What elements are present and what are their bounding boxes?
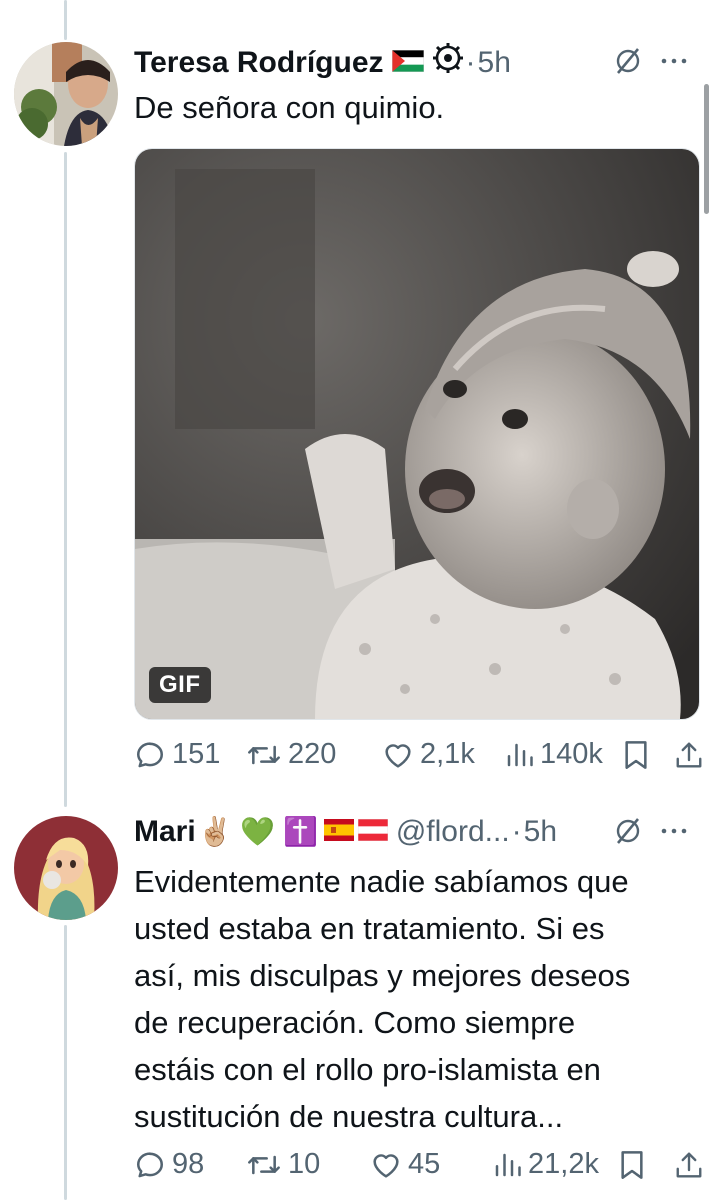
bookmark-button[interactable] xyxy=(618,1149,646,1181)
avatar-photo xyxy=(14,816,118,920)
reply-button[interactable]: 98 xyxy=(134,1148,246,1181)
gif-media[interactable]: GIF xyxy=(134,148,700,720)
share-icon xyxy=(676,1152,702,1177)
tweet-header: Teresa Rodríguez · 5h xyxy=(134,42,511,83)
avatar[interactable] xyxy=(14,816,118,920)
bookmark-icon xyxy=(621,1150,643,1179)
more-options-icon[interactable] xyxy=(661,57,687,65)
heart-icon xyxy=(385,743,411,768)
views-count: 140k xyxy=(540,738,603,770)
share-icon xyxy=(676,742,702,767)
austria-flag-icon xyxy=(357,814,389,850)
emoji-badges: ✌🏼 💚 ✝️ xyxy=(197,816,318,847)
separator-dot: · xyxy=(465,45,476,79)
tweet-text: De señora con quimio. xyxy=(134,90,445,125)
handle[interactable]: @flord... xyxy=(396,814,510,850)
views-count: 21,2k xyxy=(528,1148,599,1180)
tweet[interactable]: Mari ✌🏼 💚 ✝️ @flord... · 5h Evidentement… xyxy=(0,800,713,1200)
gear-badge-icon xyxy=(432,42,464,83)
reply-button[interactable]: 151 xyxy=(134,738,246,771)
retweet-button[interactable]: 10 xyxy=(246,1148,370,1181)
retweet-icon xyxy=(248,745,280,764)
spain-flag-icon xyxy=(323,814,354,850)
retweet-icon xyxy=(248,1155,280,1174)
heart-icon xyxy=(373,1153,399,1178)
avatar-photo xyxy=(14,42,118,146)
tweet-header: Mari ✌🏼 💚 ✝️ @flord... · 5h xyxy=(134,814,557,850)
views-chart-icon xyxy=(507,743,533,766)
views-button[interactable]: 21,2k xyxy=(492,1148,632,1181)
avatar[interactable] xyxy=(14,42,118,146)
grok-icon[interactable] xyxy=(613,816,643,846)
like-button[interactable]: 2,1k xyxy=(382,738,504,771)
bookmark-button[interactable] xyxy=(622,739,650,771)
grok-icon[interactable] xyxy=(613,46,643,76)
like-count: 45 xyxy=(408,1148,441,1180)
retweet-count: 220 xyxy=(288,738,337,770)
tweet-text: Evidentemente nadie sabíamos que usted e… xyxy=(134,864,631,1134)
action-bar: 151 220 2,1k 140k xyxy=(134,738,704,771)
gif-image xyxy=(135,149,699,719)
reply-count: 98 xyxy=(172,1148,205,1180)
reply-icon xyxy=(137,1151,164,1177)
tweet[interactable]: Teresa Rodríguez · 5h De señora con quim… xyxy=(0,0,713,800)
palestine-flag-icon xyxy=(391,45,424,81)
bookmark-icon xyxy=(625,740,647,769)
views-chart-icon xyxy=(495,1153,521,1176)
timestamp[interactable]: 5h xyxy=(524,814,557,850)
separator-dot: · xyxy=(511,815,522,848)
tweet-menu xyxy=(613,46,687,76)
display-name[interactable]: Teresa Rodríguez xyxy=(134,45,384,81)
like-count: 2,1k xyxy=(420,738,475,770)
action-bar: 98 10 45 21,2k xyxy=(134,1148,704,1181)
share-button[interactable] xyxy=(674,1149,704,1181)
gif-badge: GIF xyxy=(149,667,211,703)
reply-icon xyxy=(137,741,164,767)
retweet-count: 10 xyxy=(288,1148,321,1180)
more-options-icon[interactable] xyxy=(661,827,687,835)
tweet-menu xyxy=(613,816,687,846)
timestamp[interactable]: 5h xyxy=(478,45,511,81)
like-button[interactable]: 45 xyxy=(370,1148,492,1181)
retweet-button[interactable]: 220 xyxy=(246,738,382,771)
display-name[interactable]: Mari xyxy=(134,814,196,850)
reply-count: 151 xyxy=(172,738,221,770)
views-button[interactable]: 140k xyxy=(504,738,636,771)
share-button[interactable] xyxy=(674,739,704,771)
